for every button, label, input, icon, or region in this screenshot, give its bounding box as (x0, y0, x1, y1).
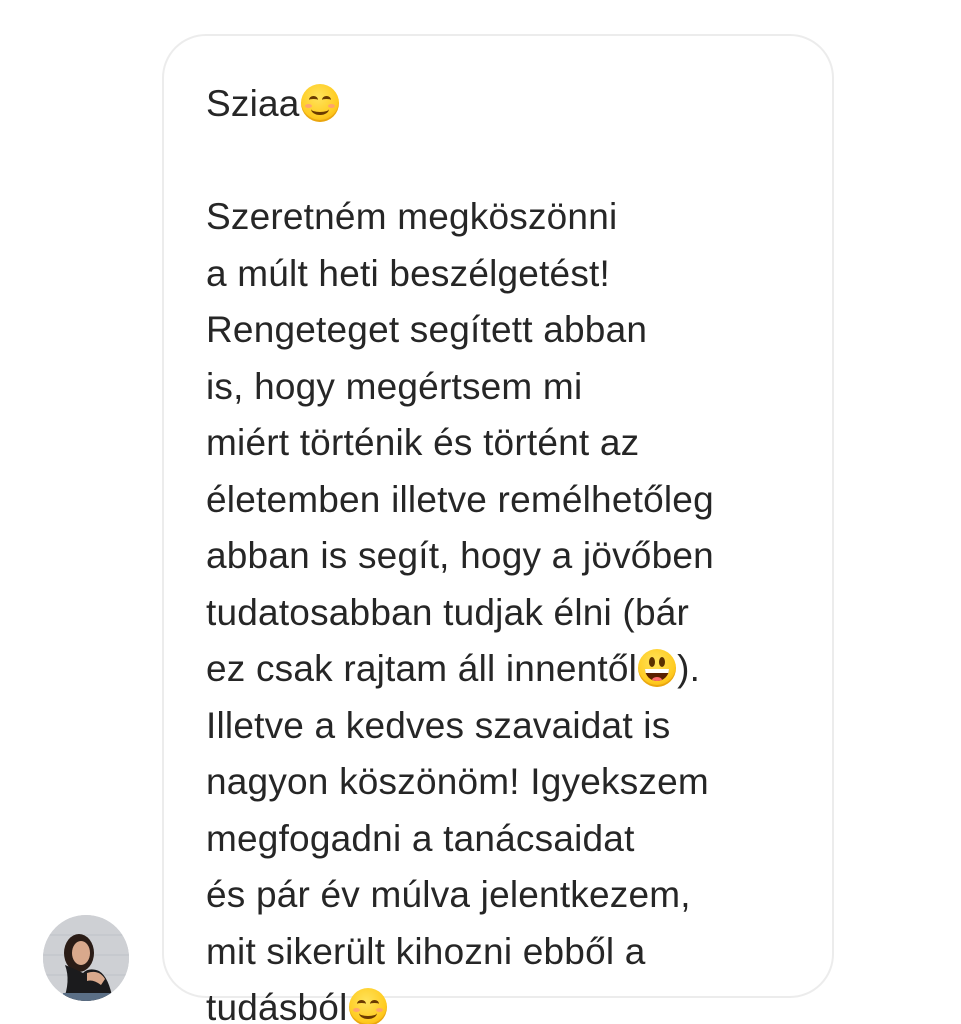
sender-avatar-photo-icon (43, 915, 129, 1001)
message-line: Szeretném megköszönni (206, 196, 618, 237)
sender-avatar[interactable] (43, 915, 129, 1001)
message-line: abban is segít, hogy a jövőben (206, 535, 714, 576)
message-bubble[interactable]: Sziaa Szeretném megköszönni a múlt heti … (162, 34, 834, 1024)
smiling-face-icon (348, 988, 387, 1024)
message-line: Rengeteget segített abban (206, 309, 648, 350)
message-line: életemben illetve remélhetőleg (206, 478, 714, 520)
message-line: tudatosabban tudjak élni (bár (206, 591, 690, 633)
message-line: megfogadni a tanácsaidat (206, 817, 635, 859)
message-line: ez csak rajtam áll innentől). (206, 648, 701, 689)
message-line: és pár év múlva jelentkezem, (206, 874, 691, 915)
message-line: Illetve a kedves szavaidat is (206, 704, 671, 746)
message-line: a múlt heti beszélgetést! (206, 252, 610, 294)
message-thread: Sziaa Szeretném megköszönni a múlt heti … (0, 0, 961, 1024)
grinning-face-icon (638, 649, 677, 687)
message-line: miért történik és történt az (206, 422, 640, 463)
message-line: nagyon köszönöm! Igyekszem (206, 761, 709, 802)
message-line: tudásból (206, 980, 812, 1024)
message-line: mit sikerült kihozni ebből a (206, 930, 646, 972)
message-line: is, hogy megértsem mi (206, 365, 583, 407)
message-line: Sziaa (206, 76, 812, 133)
smiling-face-icon (300, 84, 339, 122)
